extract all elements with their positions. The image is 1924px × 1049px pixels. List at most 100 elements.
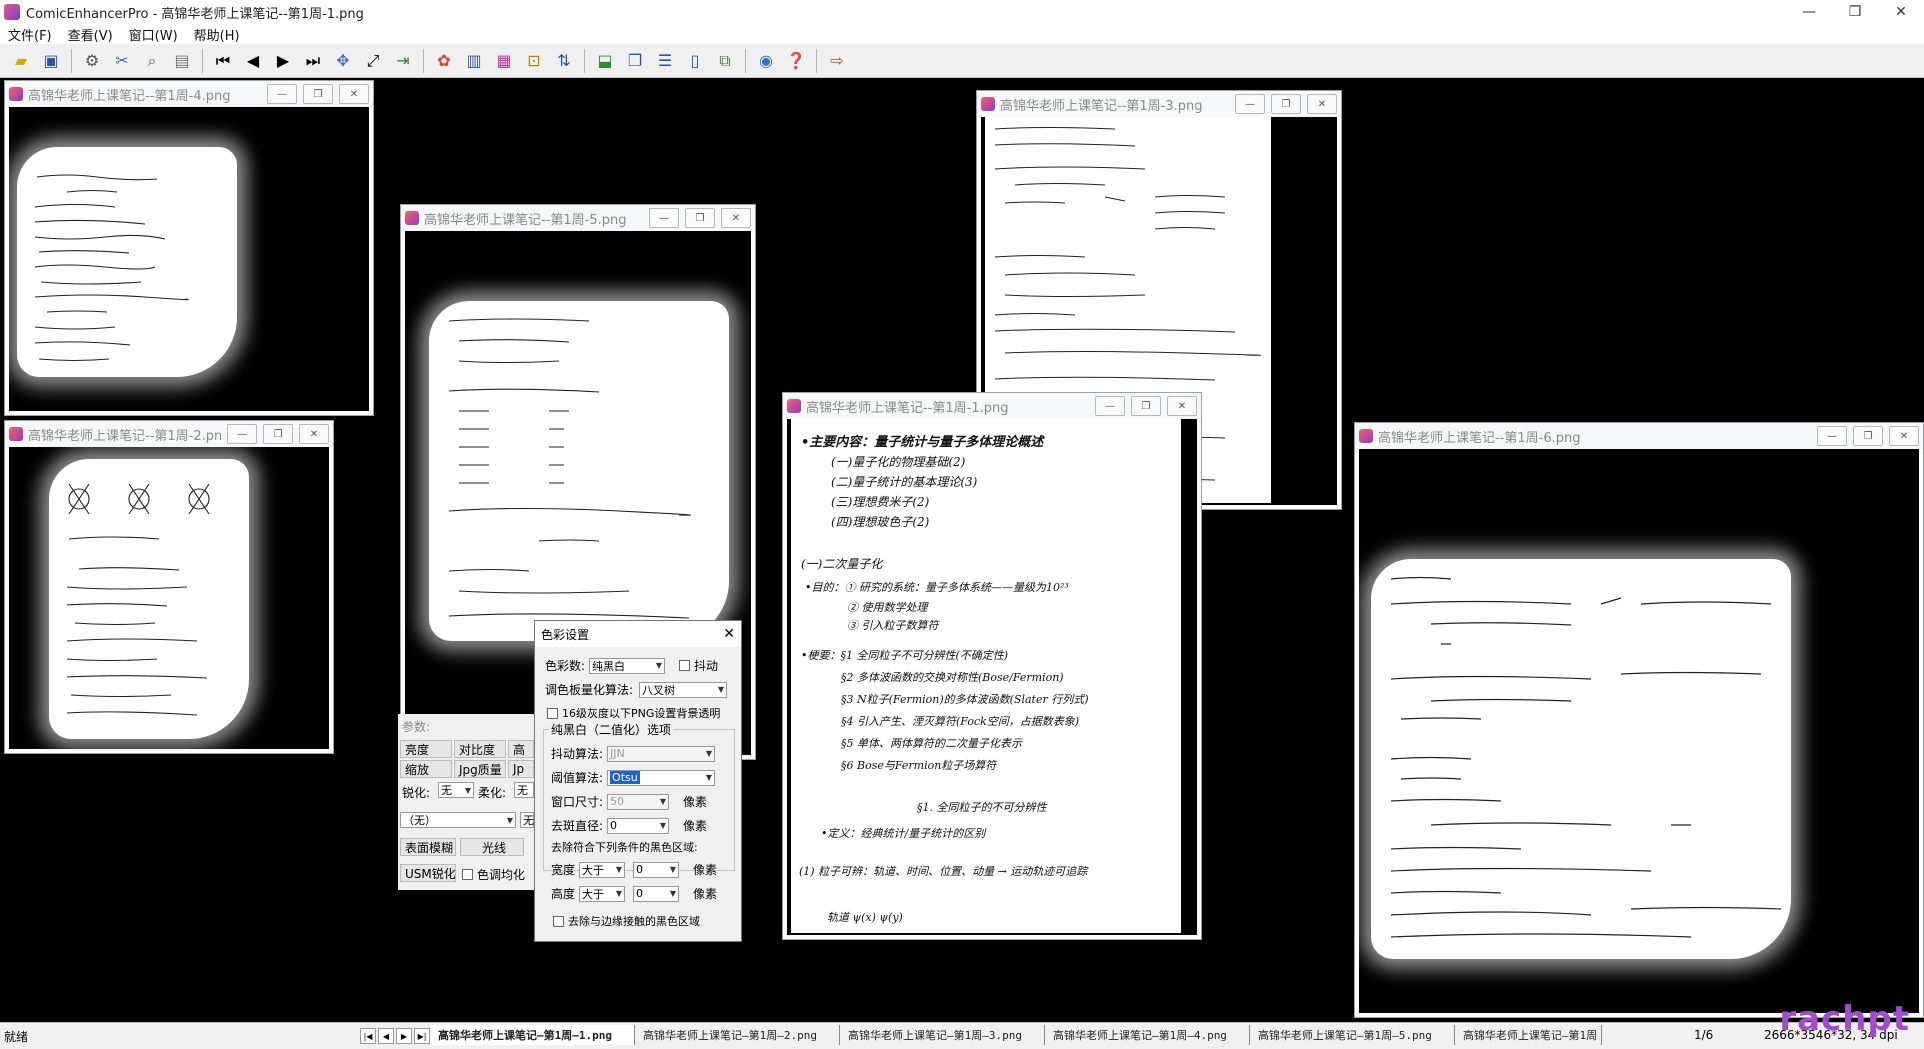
threshold-algo-select[interactable]: Otsu ▼ bbox=[607, 769, 716, 786]
levels-icon[interactable]: ▥ bbox=[461, 48, 487, 74]
last-page-icon[interactable]: ⏭ bbox=[300, 48, 326, 74]
about-icon[interactable]: ◉ bbox=[753, 48, 779, 74]
minimize-icon[interactable]: — bbox=[1095, 396, 1125, 416]
minimize-icon[interactable]: — bbox=[1235, 94, 1265, 114]
window-size-stepper[interactable]: 50 ▼ bbox=[607, 793, 670, 810]
tab-next-icon[interactable]: ▶ bbox=[396, 1028, 412, 1044]
minimize-button[interactable]: — bbox=[1786, 0, 1832, 24]
compare-icon[interactable]: ❐ bbox=[622, 48, 648, 74]
menu-help[interactable]: 帮助(H) bbox=[186, 25, 248, 44]
menu-window[interactable]: 窗口(W) bbox=[121, 25, 186, 44]
image-window-1[interactable]: 高锦华老师上课笔记--第1周-1.png — ❐ ✕ •主要内容：量子统计与量子多体… bbox=[782, 392, 1202, 940]
tab-doc-3[interactable]: 高锦华老师上课笔记—第1周—3.png bbox=[840, 1025, 1045, 1045]
maximize-icon[interactable]: ❐ bbox=[1271, 94, 1301, 114]
minimize-icon[interactable]: — bbox=[267, 84, 297, 104]
tab-first-icon[interactable]: |◀ bbox=[360, 1028, 376, 1044]
maximize-icon[interactable]: ❐ bbox=[1853, 426, 1883, 446]
light-button[interactable]: 光线 bbox=[460, 838, 524, 856]
tone-even-checkbox[interactable]: 色调均化 bbox=[462, 866, 525, 883]
window-title-bar[interactable]: 高锦华老师上课笔记--第1周-3.png — ❐ ✕ bbox=[977, 91, 1341, 117]
menu-file[interactable]: 文件(F) bbox=[0, 25, 60, 44]
image-window-4[interactable]: 高锦华老师上课笔记--第1周-4.png — ❐ ✕ bbox=[4, 80, 374, 416]
brightness-button[interactable]: 亮度 bbox=[400, 740, 452, 758]
edge-region-checkbox[interactable] bbox=[553, 915, 564, 927]
height-cond-select[interactable]: 大于 ▼ bbox=[579, 885, 626, 902]
tab-prev-icon[interactable]: ◀ bbox=[378, 1028, 394, 1044]
width-cond-select[interactable]: 大于 ▼ bbox=[579, 861, 626, 878]
dither-checkbox[interactable] bbox=[679, 660, 691, 671]
open-folder-icon[interactable]: ▰ bbox=[8, 48, 34, 74]
split-vertical-icon[interactable]: ▯ bbox=[682, 48, 708, 74]
minimize-icon[interactable]: — bbox=[649, 208, 679, 228]
palette-algo-select[interactable]: 八叉树 ▼ bbox=[639, 681, 728, 698]
window-title-bar[interactable]: 高锦华老师上课笔记--第1周-1.png — ❐ ✕ bbox=[783, 393, 1201, 419]
maximize-icon[interactable]: ❐ bbox=[303, 84, 333, 104]
close-icon[interactable]: ✕ bbox=[339, 84, 369, 104]
maximize-icon[interactable]: ❐ bbox=[263, 424, 293, 444]
output-icon[interactable]: ⬓ bbox=[592, 48, 618, 74]
usm-button[interactable]: USM锐化 bbox=[400, 864, 456, 882]
tab-doc-5[interactable]: 高锦华老师上课笔记—第1周—5.png bbox=[1250, 1025, 1455, 1045]
filter-select[interactable]: （无） ▼ bbox=[400, 812, 516, 828]
close-icon[interactable]: ✕ bbox=[299, 424, 329, 444]
window-title-bar[interactable]: 高锦华老师上课笔记--第1周-4.png — ❐ ✕ bbox=[5, 81, 373, 107]
close-icon[interactable]: ✕ bbox=[721, 208, 751, 228]
export-icon[interactable]: ⇥ bbox=[390, 48, 416, 74]
close-icon[interactable]: ✕ bbox=[1307, 94, 1337, 114]
fit-icon[interactable]: ✥ bbox=[330, 48, 356, 74]
next-page-icon[interactable]: ▶ bbox=[270, 48, 296, 74]
tab-doc-6[interactable]: 高锦华老师上课笔记—第1周 bbox=[1455, 1025, 1603, 1045]
tab-last-icon[interactable]: ▶| bbox=[414, 1028, 430, 1044]
clipboard-icon[interactable]: ▤ bbox=[169, 48, 195, 74]
tab-doc-1[interactable]: 高锦华老师上课笔记—第1周—1.png bbox=[430, 1025, 635, 1045]
maximize-icon[interactable]: ❐ bbox=[685, 208, 715, 228]
despeckle-stepper[interactable]: 0 ▼ bbox=[607, 817, 670, 834]
sort-icon[interactable]: ⇅ bbox=[551, 48, 577, 74]
contrast-button[interactable]: 对比度 bbox=[454, 740, 506, 758]
exit-icon[interactable]: ⇨ bbox=[824, 48, 850, 74]
window-title-bar[interactable]: 高锦华老师上课笔记--第1周-5.png — ❐ ✕ bbox=[401, 205, 755, 231]
zoom-fit-icon[interactable]: ⤢ bbox=[360, 48, 386, 74]
minimize-icon[interactable]: — bbox=[1817, 426, 1847, 446]
crop-icon[interactable]: ⊡ bbox=[521, 48, 547, 74]
prev-page-icon[interactable]: ◀ bbox=[240, 48, 266, 74]
close-icon[interactable]: ✕ bbox=[1167, 396, 1197, 416]
palette-icon[interactable]: ▦ bbox=[491, 48, 517, 74]
color-icon[interactable]: ✿ bbox=[431, 48, 457, 74]
jp-button[interactable]: Jp bbox=[508, 760, 534, 778]
gray16-checkbox[interactable] bbox=[547, 707, 558, 719]
dialog-close-icon[interactable]: ✕ bbox=[723, 626, 735, 642]
window-title-bar[interactable]: 高锦华老师上课笔记--第1周-6.png — ❐ ✕ bbox=[1355, 423, 1923, 449]
split-horizontal-icon[interactable]: ☰ bbox=[652, 48, 678, 74]
dialog-title-bar[interactable]: 色彩设置 ✕ bbox=[535, 621, 741, 647]
image-window-6[interactable]: 高锦华老师上课笔记--第1周-6.png — ❐ ✕ bbox=[1354, 422, 1924, 1018]
dither-algo-select[interactable]: JJN ▼ bbox=[607, 745, 716, 762]
jpg-quality-button[interactable]: Jpg质量 bbox=[454, 760, 506, 778]
help-icon[interactable]: ❓ bbox=[783, 48, 809, 74]
menu-view[interactable]: 查看(V) bbox=[60, 25, 121, 44]
filter-select-2[interactable]: 无 bbox=[520, 812, 534, 828]
save-icon[interactable]: ▣ bbox=[38, 48, 64, 74]
close-button[interactable]: ✕ bbox=[1878, 0, 1924, 24]
width-value-stepper[interactable]: 0 ▼ bbox=[633, 861, 680, 878]
restore-button[interactable]: ❐ bbox=[1832, 0, 1878, 24]
first-page-icon[interactable]: ⏮ bbox=[210, 48, 236, 74]
high-button[interactable]: 高 bbox=[508, 740, 534, 758]
sharpen-select[interactable]: 无 ▼ bbox=[438, 782, 474, 798]
convert-icon[interactable]: ⧉ bbox=[712, 48, 738, 74]
soften-select[interactable]: 无 bbox=[514, 782, 534, 798]
maximize-icon[interactable]: ❐ bbox=[1131, 396, 1161, 416]
tab-doc-4[interactable]: 高锦华老师上课笔记—第1周—4.png bbox=[1045, 1025, 1250, 1045]
scale-button[interactable]: 缩放 bbox=[400, 760, 452, 778]
close-icon[interactable]: ✕ bbox=[1889, 426, 1919, 446]
cut-icon[interactable]: ✂ bbox=[109, 48, 135, 74]
surface-blur-button[interactable]: 表面模糊 bbox=[400, 838, 456, 856]
window-title-bar[interactable]: 高锦华老师上课笔记--第1周-2.png — ❐ ✕ bbox=[5, 421, 333, 447]
tab-doc-2[interactable]: 高锦华老师上课笔记—第1周—2.png bbox=[635, 1025, 840, 1045]
image-window-2[interactable]: 高锦华老师上课笔记--第1周-2.png — ❐ ✕ bbox=[4, 420, 334, 754]
color-count-select[interactable]: 纯黑白 ▼ bbox=[589, 657, 666, 674]
batch-icon[interactable]: ⚙ bbox=[79, 48, 105, 74]
find-icon[interactable]: ⌕ bbox=[139, 48, 165, 74]
minimize-icon[interactable]: — bbox=[227, 424, 257, 444]
height-value-stepper[interactable]: 0 ▼ bbox=[633, 885, 680, 902]
